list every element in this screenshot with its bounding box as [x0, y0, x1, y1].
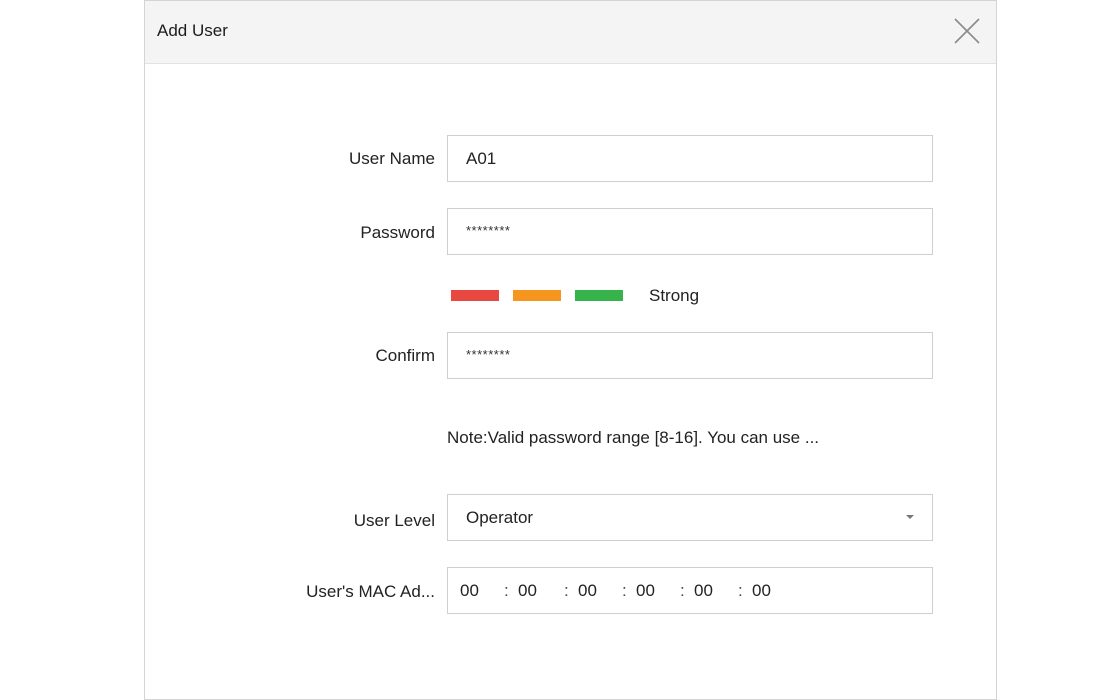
mac-separator: :	[680, 581, 685, 600]
username-label: User Name	[349, 149, 435, 168]
dialog-title: Add User	[157, 21, 228, 40]
confirm-value: ********	[466, 347, 511, 362]
mac-separator: :	[738, 581, 743, 600]
close-icon[interactable]	[952, 16, 982, 46]
strength-label: Strong	[649, 286, 700, 305]
strength-bar-medium	[513, 290, 561, 301]
mac-separator: :	[564, 581, 569, 600]
password-value: ********	[466, 223, 511, 238]
mac-segment-2[interactable]: 00	[518, 581, 537, 601]
strength-bar-strong	[575, 290, 623, 301]
password-label: Password	[360, 223, 435, 242]
mac-segment-6[interactable]: 00	[752, 581, 771, 601]
user-level-select[interactable]: Operator	[447, 494, 933, 541]
username-value: A01	[466, 149, 497, 168]
user-level-value: Operator	[466, 508, 534, 527]
dialog-titlebar: Add User	[145, 1, 996, 64]
mac-address-label: User's MAC Ad...	[306, 582, 435, 601]
mac-segment-1[interactable]: 00	[460, 581, 479, 601]
caret-down-icon	[906, 515, 914, 519]
mac-segment-5[interactable]: 00	[694, 581, 713, 601]
username-input[interactable]: A01	[447, 135, 933, 182]
mac-separator: :	[622, 581, 627, 600]
strength-bar-weak	[451, 290, 499, 301]
password-input[interactable]: ********	[447, 208, 933, 255]
mac-segment-4[interactable]: 00	[636, 581, 655, 601]
mac-separator: :	[504, 581, 509, 600]
password-note: Note:Valid password range [8-16]. You ca…	[447, 428, 820, 447]
add-user-dialog: Add User User Name A01 Password ********…	[144, 0, 997, 700]
confirm-label: Confirm	[375, 346, 435, 365]
user-level-label: User Level	[353, 511, 435, 530]
mac-segment-3[interactable]: 00	[578, 581, 597, 601]
confirm-password-input[interactable]: ********	[447, 332, 933, 379]
mac-address-input[interactable]: 00 : 00 : 00 : 00 : 00 : 00	[447, 567, 933, 614]
